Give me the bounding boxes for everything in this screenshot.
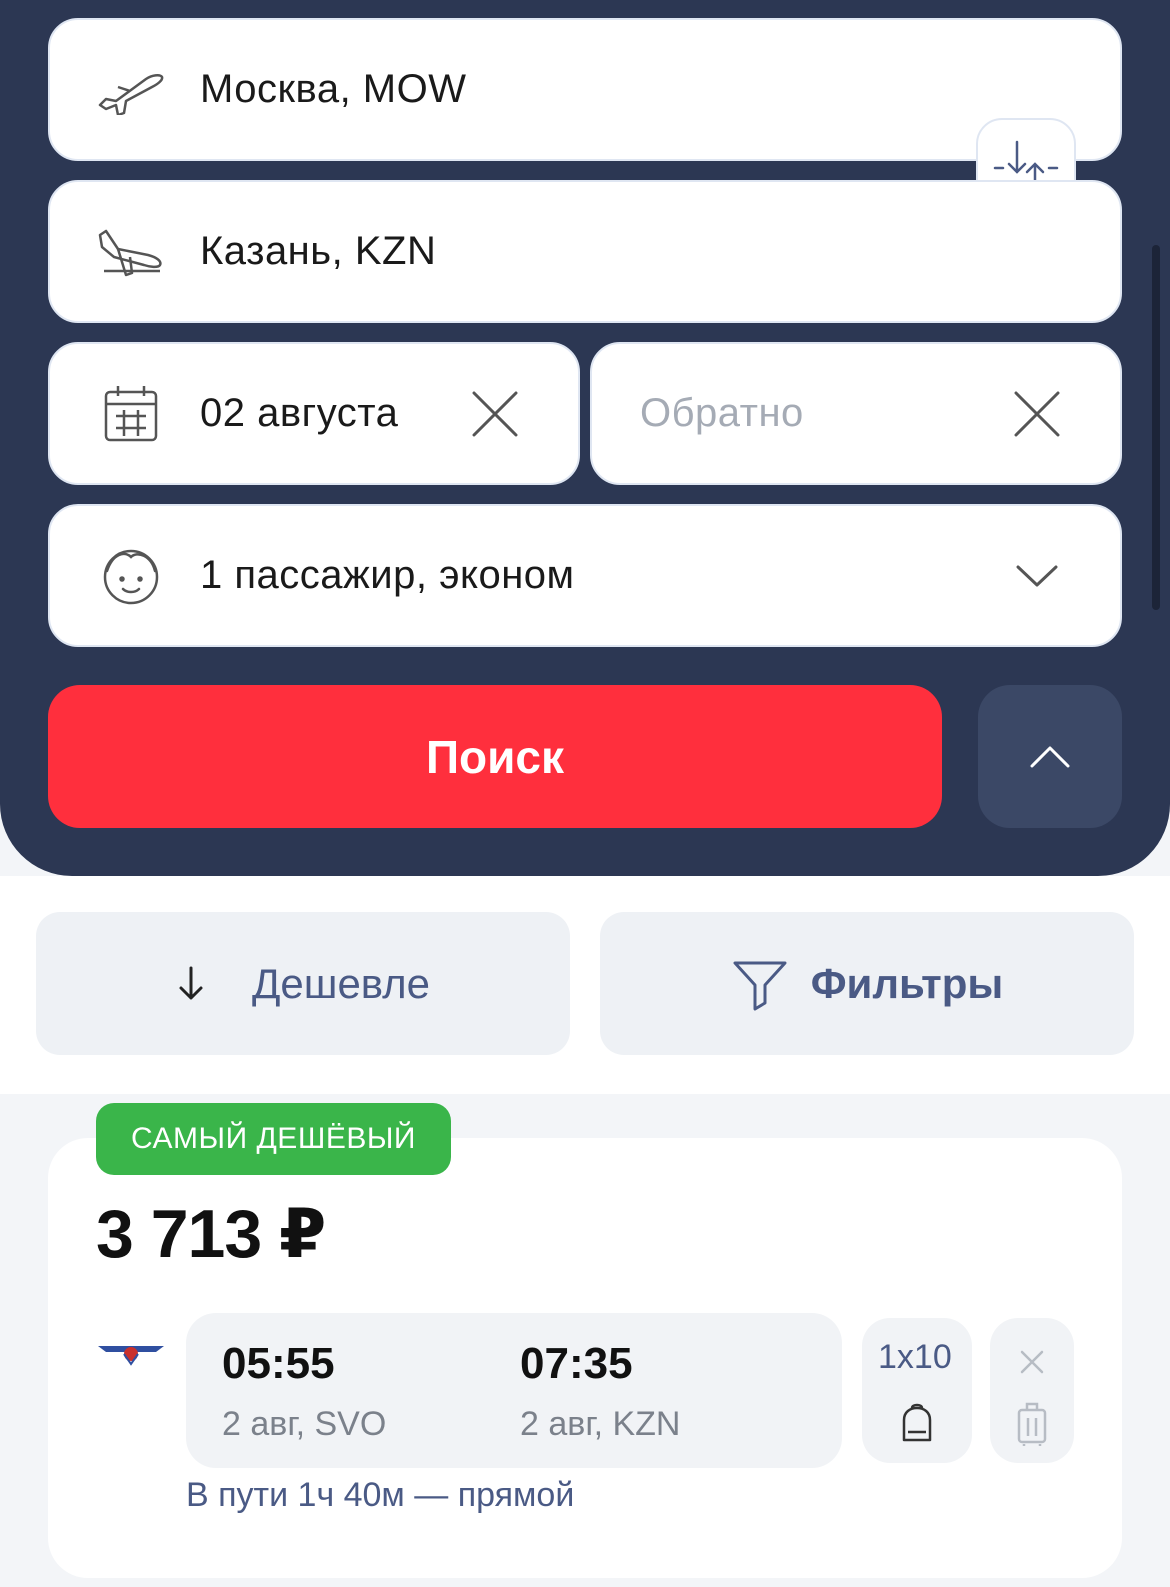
depart-date-value: 02 августа [200,391,399,435]
baggage-label: 1x10 [878,1338,952,1376]
suitcase-icon [1017,1402,1047,1446]
return-date-field[interactable]: Обратно [590,342,1122,485]
sort-cheaper-label: Дешевле [251,959,431,1007]
sort-cheaper-button[interactable]: Дешевле [36,912,570,1055]
search-button[interactable]: Поиск [48,685,942,828]
scrollbar[interactable] [1152,245,1160,610]
filter-icon [733,961,787,1010]
arrow-down-icon [179,966,203,999]
flight-times[interactable]: 05:55 2 авг, SVO 07:35 2 авг, KZN [186,1313,842,1468]
chevron-down-icon [1016,565,1058,586]
landing-icon [96,222,166,282]
filters-button[interactable]: Фильтры [600,912,1134,1055]
filters-label: Фильтры [810,959,1004,1007]
flight-price: 3 713 ₽ [96,1196,326,1272]
chevron-up-icon [1030,746,1070,767]
arrive-time: 07:35 [520,1339,633,1388]
close-icon [1020,1350,1044,1374]
airline-logo [98,1346,164,1366]
close-icon[interactable] [1012,389,1062,439]
checked-baggage-info[interactable] [990,1318,1074,1463]
collapse-button[interactable] [978,685,1122,828]
to-value: Казань, KZN [200,229,437,273]
arrive-info: 2 авг, KZN [520,1405,681,1443]
from-field[interactable]: Москва, MOW [48,18,1122,161]
baggage-info[interactable]: 1x10 [862,1318,972,1463]
cheapest-badge: САМЫЙ ДЕШЁВЫЙ [96,1103,451,1175]
depart-date-field[interactable]: 02 августа [48,342,580,485]
depart-info: 2 авг, SVO [222,1405,387,1443]
flight-duration: В пути 1ч 40м — прямой [186,1476,575,1514]
from-value: Москва, MOW [200,67,467,111]
backpack-icon [902,1403,932,1442]
depart-time: 05:55 [222,1339,335,1388]
passengers-value: 1 пассажир, эконом [200,553,575,597]
calendar-icon [96,384,166,444]
close-icon[interactable] [470,389,520,439]
takeoff-icon [96,60,166,120]
passengers-field[interactable]: 1 пассажир, эконом [48,504,1122,647]
passenger-icon [96,546,166,606]
return-date-placeholder: Обратно [640,391,804,435]
to-field[interactable]: Казань, KZN [48,180,1122,323]
